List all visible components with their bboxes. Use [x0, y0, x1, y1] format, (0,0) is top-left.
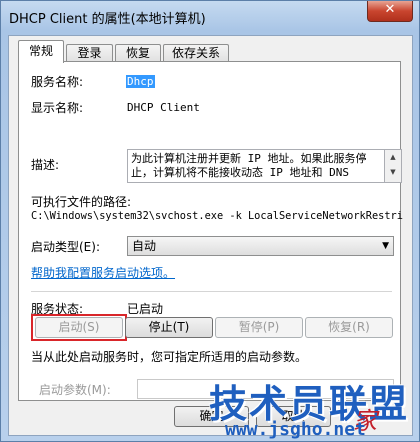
tab-dependencies[interactable]: 依存关系: [163, 44, 229, 62]
description-box[interactable]: 为此计算机注册并更新 IP 地址。如果此服务停止，计算机将不能接收动态 IP 地…: [127, 149, 385, 183]
exe-path-label: 可执行文件的路径:: [31, 195, 132, 209]
tab-recovery[interactable]: 恢复: [115, 44, 161, 62]
start-button[interactable]: 启动(S): [35, 317, 123, 338]
scroll-down-icon[interactable]: ▼: [385, 165, 401, 180]
exe-path-value: C:\Windows\system32\svchost.exe -k Local…: [31, 210, 403, 222]
pause-button[interactable]: 暂停(P): [215, 317, 303, 338]
display-name-value: DHCP Client: [127, 101, 200, 114]
tab-logon[interactable]: 登录: [66, 44, 113, 62]
start-params-hint: 当从此处启动服务时，您可指定所适用的启动参数。: [31, 350, 308, 364]
general-panel: 服务名称: Dhcp 显示名称: DHCP Client 描述: 为此计算机注册…: [18, 61, 403, 401]
start-params-label: 启动参数(M):: [39, 383, 111, 397]
tab-general[interactable]: 常规: [18, 40, 64, 63]
description-scrollbar[interactable]: ▲ ▼: [385, 149, 402, 183]
help-link[interactable]: 帮助我配置服务启动选项。: [31, 264, 175, 281]
startup-type-label: 启动类型(E):: [31, 240, 100, 254]
service-name-value[interactable]: Dhcp: [126, 75, 155, 88]
close-button[interactable]: ✕: [367, 1, 413, 22]
title-bar[interactable]: DHCP Client 的属性(本地计算机) ✕: [1, 1, 419, 35]
display-name-label: 显示名称:: [31, 101, 84, 115]
stop-button[interactable]: 停止(T): [125, 317, 213, 338]
close-icon: ✕: [384, 2, 396, 17]
service-status-value: 已启动: [127, 302, 164, 316]
startup-type-select[interactable]: 自动 ▼: [127, 236, 394, 256]
chevron-down-icon: ▼: [382, 241, 389, 251]
properties-dialog: DHCP Client 的属性(本地计算机) ✕ 常规 登录 恢复 依存关系 服…: [0, 0, 420, 442]
watermark-url: www.jsgho.net: [225, 419, 366, 440]
window-title: DHCP Client 的属性(本地计算机): [9, 12, 206, 27]
startup-type-value: 自动: [132, 239, 157, 253]
scroll-up-icon[interactable]: ▲: [385, 150, 401, 165]
divider: [31, 291, 392, 292]
description-label: 描述:: [31, 158, 60, 172]
resume-button[interactable]: 恢复(R): [305, 317, 393, 338]
service-name-label: 服务名称:: [31, 75, 84, 89]
